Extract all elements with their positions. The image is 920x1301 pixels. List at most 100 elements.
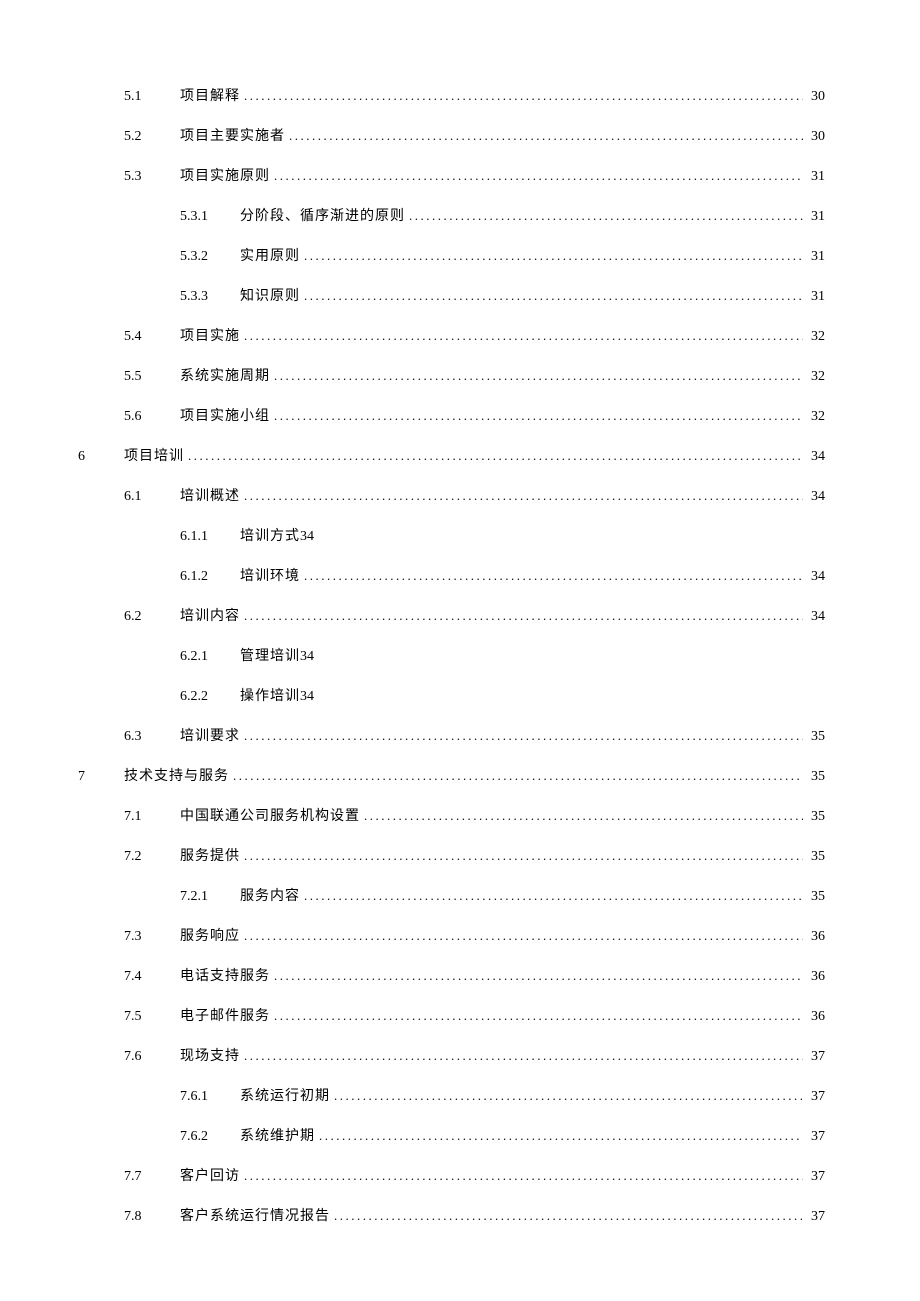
toc-entry-number: 5.3.1 (180, 209, 240, 225)
toc-entry-title: 项目实施小组 (180, 405, 270, 425)
toc-entry-title: 培训要求 (180, 725, 240, 745)
toc-entry-number: 5.3.2 (180, 249, 240, 265)
toc-entry-page: 31 (803, 169, 825, 185)
toc-entry-title: 系统运行初期 (240, 1085, 330, 1105)
toc-entry-title: 客户系统运行情况报告 (180, 1205, 330, 1225)
toc-entry-title: 服务提供 (180, 845, 240, 865)
toc-entry-number: 6 (78, 449, 124, 465)
toc-entry-number: 7.4 (124, 969, 180, 985)
toc-entry-title: 项目实施 (180, 325, 240, 345)
toc-dots-leader (240, 848, 803, 864)
toc-entry-title: 项目实施原则 (180, 165, 270, 185)
toc-entry-page: 36 (803, 969, 825, 985)
toc-entry[interactable]: 5.5系统实施周期32 (78, 365, 825, 385)
toc-entry-page: 31 (803, 249, 825, 265)
toc-dots-leader (270, 168, 803, 184)
toc-dots-leader (315, 1128, 803, 1144)
toc-entry-number: 6.1 (124, 489, 180, 505)
toc-dots-leader (330, 1208, 803, 1224)
toc-entry-title: 服务内容 (240, 885, 300, 905)
toc-dots-leader (270, 408, 803, 424)
toc-entry[interactable]: 5.2项目主要实施者30 (78, 125, 825, 145)
toc-entry[interactable]: 7.6.2系统维护期37 (78, 1125, 825, 1145)
toc-entry[interactable]: 7.8客户系统运行情况报告 37 (78, 1205, 825, 1225)
toc-entry-number: 7.8 (124, 1209, 180, 1225)
toc-entry-number: 7 (78, 769, 124, 785)
toc-entry-number: 7.5 (124, 1009, 180, 1025)
toc-entry[interactable]: 7.5电子邮件服务 36 (78, 1005, 825, 1025)
toc-entry-title: 培训内容 (180, 605, 240, 625)
toc-entry-page: 30 (803, 129, 825, 145)
toc-entry-title: 服务响应 (180, 925, 240, 945)
toc-entry-number: 5.2 (124, 129, 180, 145)
toc-dots-leader (330, 1088, 803, 1104)
toc-entry-number: 6.2.1 (180, 649, 240, 665)
toc-entry-title: 电话支持服务 (180, 965, 270, 985)
toc-entry-title: 管理培训 (240, 645, 300, 665)
toc-entry-number: 6.2 (124, 609, 180, 625)
toc-entry[interactable]: 5.4项目实施32 (78, 325, 825, 345)
toc-entry[interactable]: 5.6项目实施小组32 (78, 405, 825, 425)
toc-entry-page: 34 (803, 449, 825, 465)
toc-entry-number: 6.3 (124, 729, 180, 745)
toc-entry[interactable]: 6.2.2操作培训34 (78, 685, 825, 705)
toc-dots-leader (300, 568, 803, 584)
toc-entry[interactable]: 7.2服务提供35 (78, 845, 825, 865)
toc-entry[interactable]: 6项目培训 34 (78, 445, 825, 465)
toc-entry-number: 7.3 (124, 929, 180, 945)
toc-entry[interactable]: 5.3.1分阶段、循序渐进的原则31 (78, 205, 825, 225)
toc-entry-page: 37 (803, 1209, 825, 1225)
toc-entry-number: 7.2.1 (180, 889, 240, 905)
toc-dots-leader (270, 1008, 803, 1024)
toc-entry[interactable]: 6.1培训概述34 (78, 485, 825, 505)
toc-entry-title: 中国联通公司服务机构设置 (180, 805, 360, 825)
toc-entry-title: 培训方式 (240, 525, 300, 545)
toc-entry-number: 5.1 (124, 89, 180, 105)
toc-dots-leader (240, 88, 803, 104)
toc-dots-leader (240, 1048, 803, 1064)
toc-entry-page: 32 (803, 409, 825, 425)
toc-entry[interactable]: 7.6.1系统运行初期37 (78, 1085, 825, 1105)
toc-entry[interactable]: 5.3.3知识原则31 (78, 285, 825, 305)
toc-entry-number: 6.1.2 (180, 569, 240, 585)
toc-entry-title: 电子邮件服务 (180, 1005, 270, 1025)
toc-entry[interactable]: 7.7客户回访37 (78, 1165, 825, 1185)
toc-entry-page: 34 (803, 569, 825, 585)
toc-entry[interactable]: 5.3项目实施原则31 (78, 165, 825, 185)
toc-entry[interactable]: 7.2.1服务内容35 (78, 885, 825, 905)
toc-entry[interactable]: 6.2.1管理培训34 (78, 645, 825, 665)
toc-dots-leader (360, 808, 803, 824)
toc-entry[interactable]: 7.6现场支持37 (78, 1045, 825, 1065)
toc-dots-leader (240, 728, 803, 744)
toc-entry-title: 系统维护期 (240, 1125, 315, 1145)
toc-entry[interactable]: 7技术支持与服务35 (78, 765, 825, 785)
toc-entry[interactable]: 6.1.1培训方式34 (78, 525, 825, 545)
toc-dots-leader (184, 448, 803, 464)
toc-entry[interactable]: 7.4电话支持服务 36 (78, 965, 825, 985)
toc-entry-page: 37 (803, 1169, 825, 1185)
toc-entry[interactable]: 6.3培训要求35 (78, 725, 825, 745)
toc-entry[interactable]: 7.3服务响应36 (78, 925, 825, 945)
toc-entry[interactable]: 6.1.2培训环境34 (78, 565, 825, 585)
toc-entry[interactable]: 7.1中国联通公司服务机构设置35 (78, 805, 825, 825)
toc-entry-page: 34 (300, 529, 314, 545)
toc-dots-leader (240, 928, 803, 944)
table-of-contents: 5.1项目解释305.2项目主要实施者305.3项目实施原则315.3.1分阶段… (78, 85, 825, 1225)
toc-entry-page: 37 (803, 1089, 825, 1105)
toc-entry-title: 知识原则 (240, 285, 300, 305)
toc-dots-leader (300, 248, 803, 264)
toc-entry-title: 操作培训 (240, 685, 300, 705)
toc-entry-number: 5.3.3 (180, 289, 240, 305)
toc-entry[interactable]: 5.1项目解释30 (78, 85, 825, 105)
toc-entry-page: 36 (803, 1009, 825, 1025)
toc-entry[interactable]: 6.2培训内容34 (78, 605, 825, 625)
toc-entry-title: 技术支持与服务 (124, 765, 229, 785)
toc-entry-title: 分阶段、循序渐进的原则 (240, 205, 405, 225)
toc-entry-title: 项目培训 (124, 445, 184, 465)
toc-entry-page: 32 (803, 329, 825, 345)
toc-entry[interactable]: 5.3.2实用原则31 (78, 245, 825, 265)
toc-entry-page: 35 (803, 849, 825, 865)
toc-entry-page: 35 (803, 809, 825, 825)
toc-dots-leader (240, 328, 803, 344)
toc-entry-number: 7.7 (124, 1169, 180, 1185)
